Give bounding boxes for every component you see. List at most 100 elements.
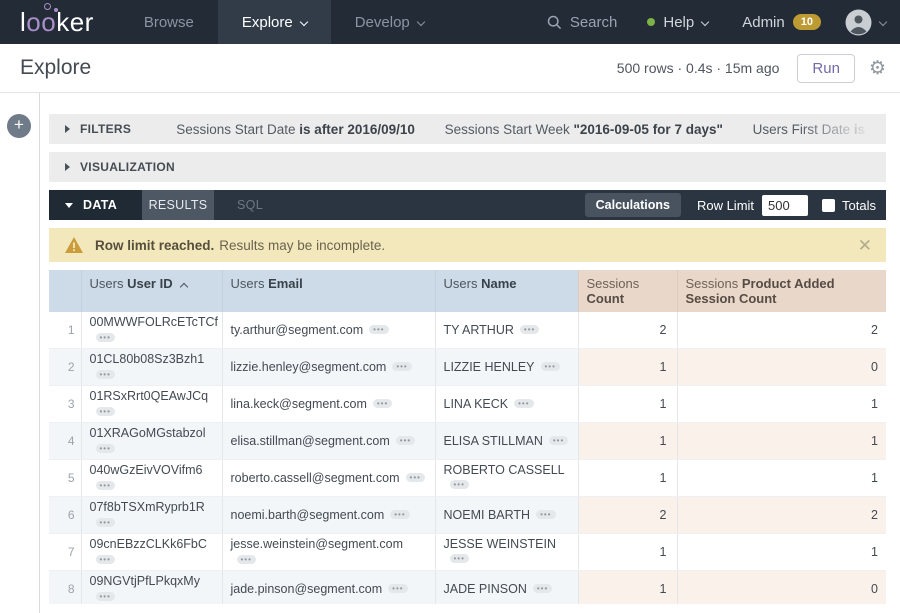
- nav-item-develop[interactable]: Develop: [331, 0, 448, 44]
- cell-name[interactable]: ROBERTO CASSELL•••: [435, 460, 578, 497]
- cell-user-id[interactable]: 07f8bTSXmRyprb1R•••: [81, 497, 222, 534]
- cell-user-id[interactable]: 00MWWFOLRcETcTCf•••: [81, 312, 222, 349]
- cell-user-id[interactable]: 01RSxRrt0QEAwJCq•••: [81, 386, 222, 423]
- cell-menu-icon[interactable]: •••: [549, 436, 568, 445]
- filter-item[interactable]: Sessions Start Week "2016-09-05 for 7 da…: [445, 122, 723, 137]
- cell-name[interactable]: NOEMI BARTH•••: [435, 497, 578, 534]
- cell-menu-icon[interactable]: •••: [369, 325, 388, 334]
- calculations-button[interactable]: Calculations: [585, 193, 681, 217]
- cell-count[interactable]: 1: [578, 460, 677, 497]
- cell-menu-icon[interactable]: •••: [96, 518, 115, 527]
- cell-user-id[interactable]: 01XRAGoMGstabzol•••: [81, 423, 222, 460]
- cell-email[interactable]: roberto.cassell@segment.com•••: [222, 460, 435, 497]
- cell-email[interactable]: ty.arthur@segment.com•••: [222, 312, 435, 349]
- looker-logo[interactable]: looker: [0, 0, 120, 44]
- cell-menu-icon[interactable]: •••: [533, 584, 552, 593]
- totals-checkbox[interactable]: [822, 199, 835, 212]
- cell-email[interactable]: noemi.barth@segment.com•••: [222, 497, 435, 534]
- cell-count[interactable]: 2: [578, 497, 677, 534]
- row-limit-input[interactable]: [762, 195, 808, 216]
- cell-menu-icon[interactable]: •••: [392, 362, 411, 371]
- cell-product-added[interactable]: 2: [677, 312, 886, 349]
- cell-menu-icon[interactable]: •••: [450, 554, 469, 563]
- data-section-toggle[interactable]: DATA: [49, 190, 142, 220]
- cell-count[interactable]: 1: [578, 571, 677, 605]
- nav-item-explore[interactable]: Explore: [218, 0, 331, 44]
- cell-product-added[interactable]: 0: [677, 571, 886, 605]
- collapse-arrow-icon: [65, 203, 73, 208]
- cell-product-added[interactable]: 2: [677, 497, 886, 534]
- user-menu[interactable]: [845, 9, 886, 36]
- add-field-button[interactable]: +: [7, 114, 31, 138]
- header-name[interactable]: Users Name: [435, 270, 578, 312]
- cell-menu-icon[interactable]: •••: [450, 480, 469, 489]
- cell-name[interactable]: JADE PINSON•••: [435, 571, 578, 605]
- help-label: Help: [663, 14, 694, 31]
- cell-user-id[interactable]: 09cnEBzzCLKk6FbC•••: [81, 534, 222, 571]
- cell-user-id[interactable]: 01CL80b08Sz3Bzh1•••: [81, 349, 222, 386]
- header-product-added[interactable]: Sessions Product Added Session Count: [677, 270, 886, 312]
- admin-menu[interactable]: Admin 10: [742, 14, 821, 31]
- cell-count[interactable]: 1: [578, 534, 677, 571]
- header-email[interactable]: Users Email: [222, 270, 435, 312]
- cell-menu-icon[interactable]: •••: [520, 325, 539, 334]
- cell-menu-icon[interactable]: •••: [514, 399, 533, 408]
- cell-name[interactable]: LINA KECK•••: [435, 386, 578, 423]
- cell-count[interactable]: 1: [578, 423, 677, 460]
- cell-product-added[interactable]: 1: [677, 460, 886, 497]
- close-icon[interactable]: ✕: [858, 237, 872, 254]
- cell-user-id[interactable]: 040wGzEivVOVifm6•••: [81, 460, 222, 497]
- tab-sql[interactable]: SQL: [214, 190, 286, 220]
- cell-product-added[interactable]: 1: [677, 534, 886, 571]
- nav-item-browse[interactable]: Browse: [120, 0, 218, 44]
- expand-arrow-icon[interactable]: [65, 163, 70, 171]
- cell-menu-icon[interactable]: •••: [536, 510, 555, 519]
- cell-email[interactable]: lizzie.henley@segment.com•••: [222, 349, 435, 386]
- header-user-id[interactable]: Users User ID: [81, 270, 222, 312]
- totals-toggle[interactable]: Totals: [822, 198, 876, 213]
- cell-menu-icon[interactable]: •••: [96, 407, 115, 416]
- cell-menu-icon[interactable]: •••: [373, 399, 392, 408]
- cell-menu-icon[interactable]: •••: [237, 555, 256, 564]
- cell-name[interactable]: ELISA STILLMAN•••: [435, 423, 578, 460]
- gear-icon[interactable]: ⚙: [869, 59, 886, 78]
- cell-product-added[interactable]: 1: [677, 386, 886, 423]
- table-row: 2 01CL80b08Sz3Bzh1••• lizzie.henley@segm…: [49, 349, 886, 386]
- cell-product-added[interactable]: 1: [677, 423, 886, 460]
- cell-name[interactable]: LIZZIE HENLEY•••: [435, 349, 578, 386]
- cell-menu-icon[interactable]: •••: [96, 333, 115, 342]
- cell-email[interactable]: jade.pinson@segment.com•••: [222, 571, 435, 605]
- cell-menu-icon[interactable]: •••: [96, 592, 115, 601]
- row-limit-warning: Row limit reached. Results may be incomp…: [49, 228, 886, 262]
- cell-menu-icon[interactable]: •••: [541, 362, 560, 371]
- cell-user-id[interactable]: 09NGVtjPfLPkqxMy•••: [81, 571, 222, 605]
- cell-menu-icon[interactable]: •••: [96, 370, 115, 379]
- nav-label: Develop: [355, 14, 410, 31]
- filters-title[interactable]: FILTERS: [80, 122, 131, 136]
- cell-name[interactable]: JESSE WEINSTEIN•••: [435, 534, 578, 571]
- cell-menu-icon[interactable]: •••: [96, 555, 115, 564]
- cell-menu-icon[interactable]: •••: [96, 481, 115, 490]
- expand-arrow-icon[interactable]: [65, 125, 70, 133]
- cell-menu-icon[interactable]: •••: [96, 444, 115, 453]
- cell-count[interactable]: 2: [578, 312, 677, 349]
- cell-email[interactable]: elisa.stillman@segment.com•••: [222, 423, 435, 460]
- cell-menu-icon[interactable]: •••: [406, 473, 425, 482]
- cell-email[interactable]: jesse.weinstein@segment.com•••: [222, 534, 435, 571]
- cell-count[interactable]: 1: [578, 386, 677, 423]
- help-menu[interactable]: Help: [647, 14, 708, 31]
- cell-email[interactable]: lina.keck@segment.com•••: [222, 386, 435, 423]
- visualization-title[interactable]: VISUALIZATION: [80, 160, 175, 174]
- filter-item[interactable]: Sessions Start Date is after 2016/09/10: [176, 122, 415, 137]
- cell-product-added[interactable]: 0: [677, 349, 886, 386]
- cell-count[interactable]: 1: [578, 349, 677, 386]
- tab-results[interactable]: RESULTS: [142, 190, 214, 220]
- cell-menu-icon[interactable]: •••: [388, 584, 407, 593]
- table-body: 1 00MWWFOLRcETcTCf••• ty.arthur@segment.…: [49, 312, 886, 604]
- header-count[interactable]: Sessions Count: [578, 270, 677, 312]
- cell-menu-icon[interactable]: •••: [396, 436, 415, 445]
- cell-menu-icon[interactable]: •••: [390, 510, 409, 519]
- search-button[interactable]: Search: [547, 14, 618, 31]
- cell-name[interactable]: TY ARTHUR•••: [435, 312, 578, 349]
- run-button[interactable]: Run: [797, 54, 855, 83]
